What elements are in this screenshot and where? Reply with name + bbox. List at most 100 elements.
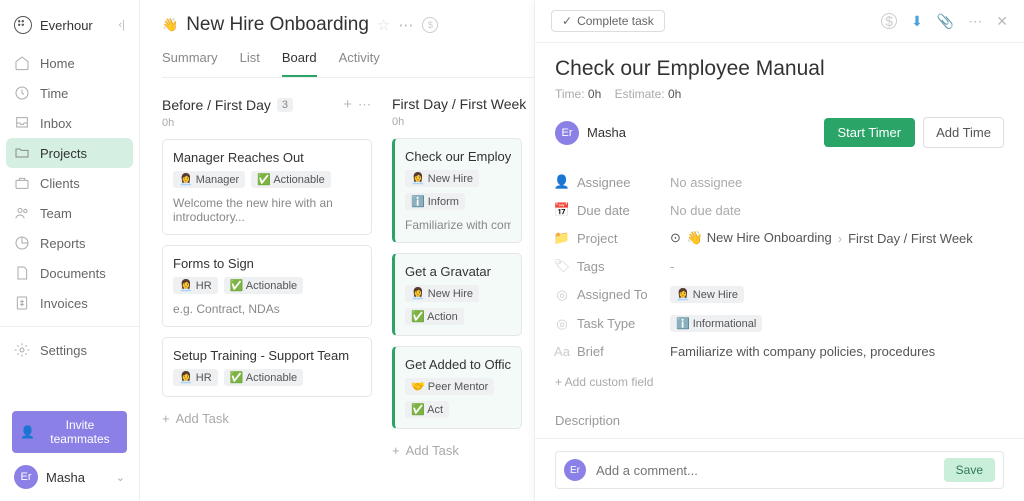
clock-icon — [14, 85, 30, 101]
task-fields: 👤AssigneeNo assignee 📅Due dateNo due dat… — [555, 168, 1004, 365]
column-add-icon[interactable]: + — [343, 96, 352, 113]
board-card[interactable]: Setup Training - Support Team 👩‍💼 HR✅ Ac… — [162, 337, 372, 397]
nav-time[interactable]: Time — [0, 78, 139, 108]
card-tags: 👩‍💼 Manager ✅ Actionable — [173, 171, 361, 188]
project-emoji: 👋 — [162, 17, 178, 33]
field-task-type[interactable]: ◎Task Typeℹ️ Informational — [555, 309, 1004, 338]
tag: ✅ Actionable — [224, 277, 304, 294]
tag: ✅ Actionable — [251, 171, 331, 188]
add-task-button[interactable]: +Add Task — [162, 411, 372, 426]
field-label-text: Task Type — [577, 316, 635, 331]
field-due-date[interactable]: 📅Due dateNo due date — [555, 196, 1004, 224]
tab-summary[interactable]: Summary — [162, 50, 218, 77]
nav-settings[interactable]: Settings — [0, 335, 139, 365]
tag: 👩‍💼 New Hire — [405, 285, 479, 302]
more-icon[interactable]: ⋯ — [968, 13, 982, 30]
board-card[interactable]: Get a Gravatar 👩‍💼 New Hire✅ Action — [392, 253, 522, 336]
user-icon: 👤 — [555, 174, 569, 190]
field-assignee[interactable]: 👤AssigneeNo assignee — [555, 168, 1004, 196]
add-custom-field-button[interactable]: + Add custom field — [555, 375, 1004, 389]
column-more-icon[interactable]: ⋯ — [358, 97, 372, 113]
current-user-menu[interactable]: Er Masha ⌄ — [12, 453, 127, 493]
add-time-button[interactable]: Add Time — [923, 117, 1004, 148]
description-label: Description — [555, 413, 1004, 428]
complete-task-button[interactable]: ✓Complete task — [551, 10, 665, 32]
nav-list-2: Settings — [0, 335, 139, 365]
star-icon[interactable]: ☆ — [377, 16, 390, 34]
currency-icon[interactable]: $ — [881, 13, 897, 29]
collapse-sidebar-icon[interactable]: ‹| — [118, 19, 125, 31]
currency-icon[interactable]: $ — [422, 17, 438, 33]
tab-board[interactable]: Board — [282, 50, 317, 77]
nav-invoices[interactable]: Invoices — [0, 288, 139, 318]
task-title[interactable]: Check our Employee Manual — [555, 57, 1004, 81]
nav-home-label: Home — [40, 56, 75, 71]
card-title: Get Added to Office G — [405, 357, 511, 372]
target-icon: ◎ — [555, 287, 569, 303]
board-card[interactable]: Get Added to Office G 🤝 Peer Mentor✅ Act — [392, 346, 522, 429]
close-icon[interactable]: ✕ — [996, 13, 1008, 30]
column-header: Before / First Day 3 + ⋯ — [162, 96, 372, 113]
project-more-icon[interactable]: ⋯ — [398, 16, 414, 34]
add-task-label: Add Task — [406, 443, 459, 458]
board-card[interactable]: Check our Employee M 👩‍💼 New Hireℹ️ Info… — [392, 138, 522, 243]
breadcrumb-item[interactable]: 👋 New Hire Onboarding — [687, 230, 832, 246]
field-assigned-to[interactable]: ◎Assigned To👩‍💼 New Hire — [555, 280, 1004, 309]
card-title: Check our Employee M — [405, 149, 511, 164]
tab-activity[interactable]: Activity — [339, 50, 380, 77]
nav-list: Home Time Inbox Projects Clients Team Re… — [0, 48, 139, 318]
invite-label: Invite teammates — [41, 418, 119, 446]
download-icon[interactable]: ⬇ — [911, 13, 923, 30]
avatar: Er — [555, 121, 579, 145]
start-timer-button[interactable]: Start Timer — [824, 118, 916, 147]
board-card[interactable]: Forms to Sign 👩‍💼 HR✅ Actionable e.g. Co… — [162, 245, 372, 327]
nav-settings-label: Settings — [40, 343, 87, 358]
card-title: Manager Reaches Out — [173, 150, 361, 165]
field-value-tag: ℹ️ Informational — [670, 315, 762, 332]
field-value: No assignee — [670, 175, 742, 190]
attachment-icon[interactable]: 📎 — [937, 13, 954, 30]
tag: 👩‍💼 HR — [173, 277, 218, 294]
card-tags: 🤝 Peer Mentor✅ Act — [405, 378, 511, 418]
nav-separator — [0, 326, 139, 327]
invite-teammates-button[interactable]: 👤 Invite teammates — [12, 411, 127, 453]
gear-icon — [14, 342, 30, 358]
nav-documents[interactable]: Documents — [0, 258, 139, 288]
field-value: No due date — [670, 203, 741, 218]
field-brief[interactable]: AaBriefFamiliarize with company policies… — [555, 338, 1004, 365]
task-detail-panel: ✓Complete task $ ⬇ 📎 ⋯ ✕ Check our Emplo… — [534, 0, 1024, 501]
project-breadcrumb: ⊙👋 New Hire Onboarding›First Day / First… — [670, 230, 973, 246]
tag: 👩‍💼 Manager — [173, 171, 245, 188]
panel-footer: Er Save — [535, 438, 1024, 501]
sidebar: Everhour ‹| Home Time Inbox Projects Cli… — [0, 0, 140, 501]
column-time: 0h — [162, 117, 372, 129]
tab-list[interactable]: List — [240, 50, 260, 77]
card-desc: Familiarize with company — [405, 218, 511, 232]
plus-icon: + — [392, 443, 400, 458]
comment-input[interactable] — [596, 463, 934, 478]
inbox-icon — [14, 115, 30, 131]
breadcrumb-item[interactable]: First Day / First Week — [848, 231, 973, 246]
nav-inbox[interactable]: Inbox — [0, 108, 139, 138]
board-card[interactable]: Manager Reaches Out 👩‍💼 Manager ✅ Actiona… — [162, 139, 372, 235]
sidebar-bottom: 👤 Invite teammates Er Masha ⌄ — [0, 411, 139, 493]
field-tags[interactable]: 🏷Tags- — [555, 252, 1004, 280]
column-header: First Day / First Week — [392, 96, 522, 112]
invoice-icon — [14, 295, 30, 311]
tag: ✅ Action — [405, 308, 464, 325]
folder-icon: 📁 — [555, 230, 569, 246]
brand-row[interactable]: Everhour ‹| — [0, 12, 139, 48]
save-comment-button[interactable]: Save — [944, 458, 995, 482]
nav-reports[interactable]: Reports — [0, 228, 139, 258]
nav-team[interactable]: Team — [0, 198, 139, 228]
check-icon: ✓ — [562, 14, 572, 28]
nav-clients[interactable]: Clients — [0, 168, 139, 198]
briefcase-icon — [14, 175, 30, 191]
nav-home[interactable]: Home — [0, 48, 139, 78]
nav-projects[interactable]: Projects — [6, 138, 133, 168]
user-plus-icon: 👤 — [20, 425, 35, 439]
field-project[interactable]: 📁Project ⊙👋 New Hire Onboarding›First Da… — [555, 224, 1004, 252]
add-task-button[interactable]: + Add Task — [392, 443, 522, 458]
field-value: - — [670, 259, 674, 274]
breadcrumb-logo-icon: ⊙ — [670, 230, 681, 246]
